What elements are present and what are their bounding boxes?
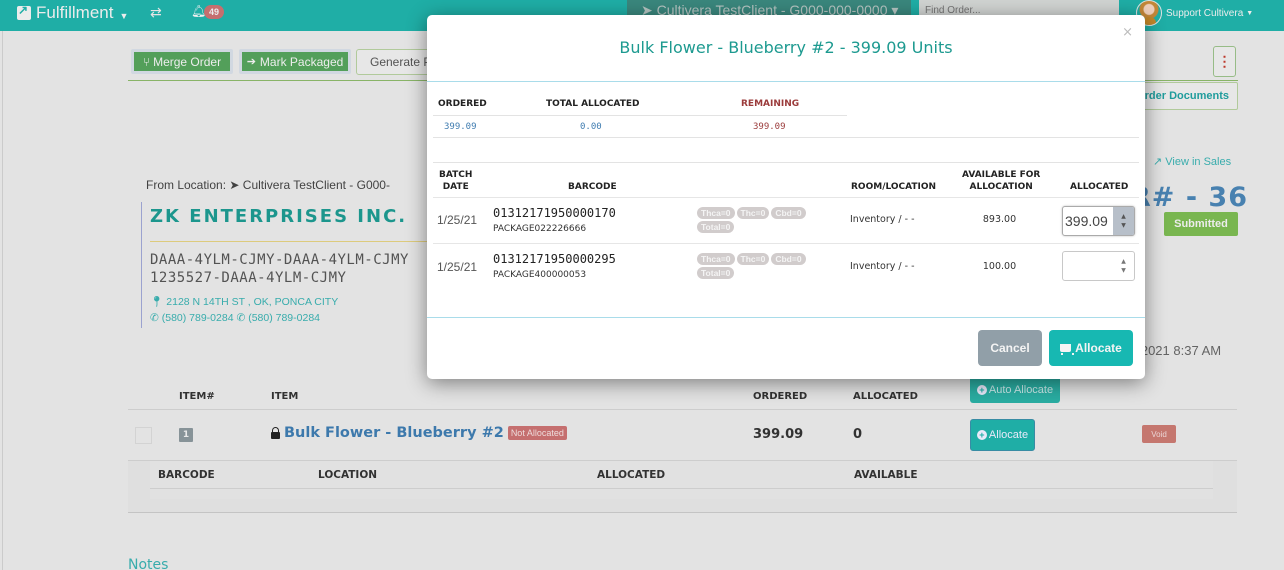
chip-total: Total=0 xyxy=(697,221,735,233)
modal-footer-divider xyxy=(427,317,1145,318)
allocated-stepper[interactable]: ▲ ▼ xyxy=(1062,251,1135,281)
allocated-input[interactable] xyxy=(1063,207,1113,235)
summary-total-allocated-header: TOTAL ALLOCATED xyxy=(546,99,640,109)
stepper-up-icon[interactable]: ▲ xyxy=(1121,212,1126,221)
potency-chips: Thca=0 Thc=0 Cbd=0 Total=0 xyxy=(697,207,837,233)
col-allocated: ALLOCATED xyxy=(1070,182,1129,192)
batch-date: 1/25/21 xyxy=(437,213,478,227)
batch-room: Inventory / - - xyxy=(850,261,915,272)
summary-bottom-divider xyxy=(433,137,1139,138)
stepper-arrows[interactable]: ▲ ▼ xyxy=(1113,207,1134,235)
potency-chips: Thca=0 Thc=0 Cbd=0 Total=0 xyxy=(697,253,837,279)
batch-row-divider xyxy=(433,243,1139,244)
chip-cbd: Cbd=0 xyxy=(771,253,806,265)
cancel-button[interactable]: Cancel xyxy=(978,330,1042,366)
col-batch-date: BATCH DATE xyxy=(439,169,472,193)
allocated-stepper[interactable]: ▲ ▼ xyxy=(1062,206,1135,236)
batch-table-top xyxy=(433,162,1139,163)
batch-available: 100.00 xyxy=(982,261,1017,272)
chip-thc: Thc=0 xyxy=(736,253,770,265)
allocate-modal: × Bulk Flower - Blueberry #2 - 399.09 Un… xyxy=(427,15,1145,379)
summary-remaining-value: 399.09 xyxy=(753,122,786,132)
modal-allocate-label: Allocate xyxy=(1075,341,1122,355)
batch-package: PACKAGE022226666 xyxy=(493,224,587,234)
modal-header-divider xyxy=(427,81,1145,82)
chip-thca: Thca=0 xyxy=(697,207,735,219)
col-batch-date-line1: BATCH xyxy=(439,170,473,180)
col-room-location: ROOM/LOCATION xyxy=(851,182,937,192)
cart-icon xyxy=(1060,344,1075,355)
col-batch-date-line2: DATE xyxy=(442,182,469,192)
col-available-line2: ALLOCATION xyxy=(969,182,1033,192)
summary-divider xyxy=(433,115,847,116)
cancel-label: Cancel xyxy=(990,341,1030,355)
summary-total-allocated-value: 0.00 xyxy=(580,122,602,132)
batch-package: PACKAGE400000053 xyxy=(493,270,587,280)
stepper-arrows[interactable]: ▲ ▼ xyxy=(1113,252,1134,280)
chip-cbd: Cbd=0 xyxy=(771,207,806,219)
stepper-up-icon[interactable]: ▲ xyxy=(1121,257,1126,266)
modal-title: Bulk Flower - Blueberry #2 - 399.09 Unit… xyxy=(619,38,953,57)
batch-room: Inventory / - - xyxy=(850,214,915,225)
batch-barcode: 01312171950000170 xyxy=(493,206,616,220)
batch-header-divider xyxy=(433,197,1139,198)
batch-date: 1/25/21 xyxy=(437,260,478,274)
col-barcode: BARCODE xyxy=(568,182,617,192)
chip-thc: Thc=0 xyxy=(736,207,770,219)
stepper-down-icon[interactable]: ▼ xyxy=(1121,266,1126,275)
chip-total: Total=0 xyxy=(697,267,735,279)
modal-allocate-button[interactable]: Allocate xyxy=(1049,330,1133,366)
allocated-input[interactable] xyxy=(1063,252,1113,280)
summary-remaining-header: REMAINING xyxy=(741,99,800,109)
batch-available: 893.00 xyxy=(982,214,1017,225)
col-available-line1: AVAILABLE FOR xyxy=(962,170,1041,180)
col-available-for-allocation: AVAILABLE FOR ALLOCATION xyxy=(962,169,1040,193)
chip-thca: Thca=0 xyxy=(697,253,735,265)
stepper-down-icon[interactable]: ▼ xyxy=(1121,221,1126,230)
summary-ordered-value: 399.09 xyxy=(444,122,477,132)
batch-barcode: 01312171950000295 xyxy=(493,252,616,266)
summary-ordered-header: ORDERED xyxy=(438,99,487,109)
